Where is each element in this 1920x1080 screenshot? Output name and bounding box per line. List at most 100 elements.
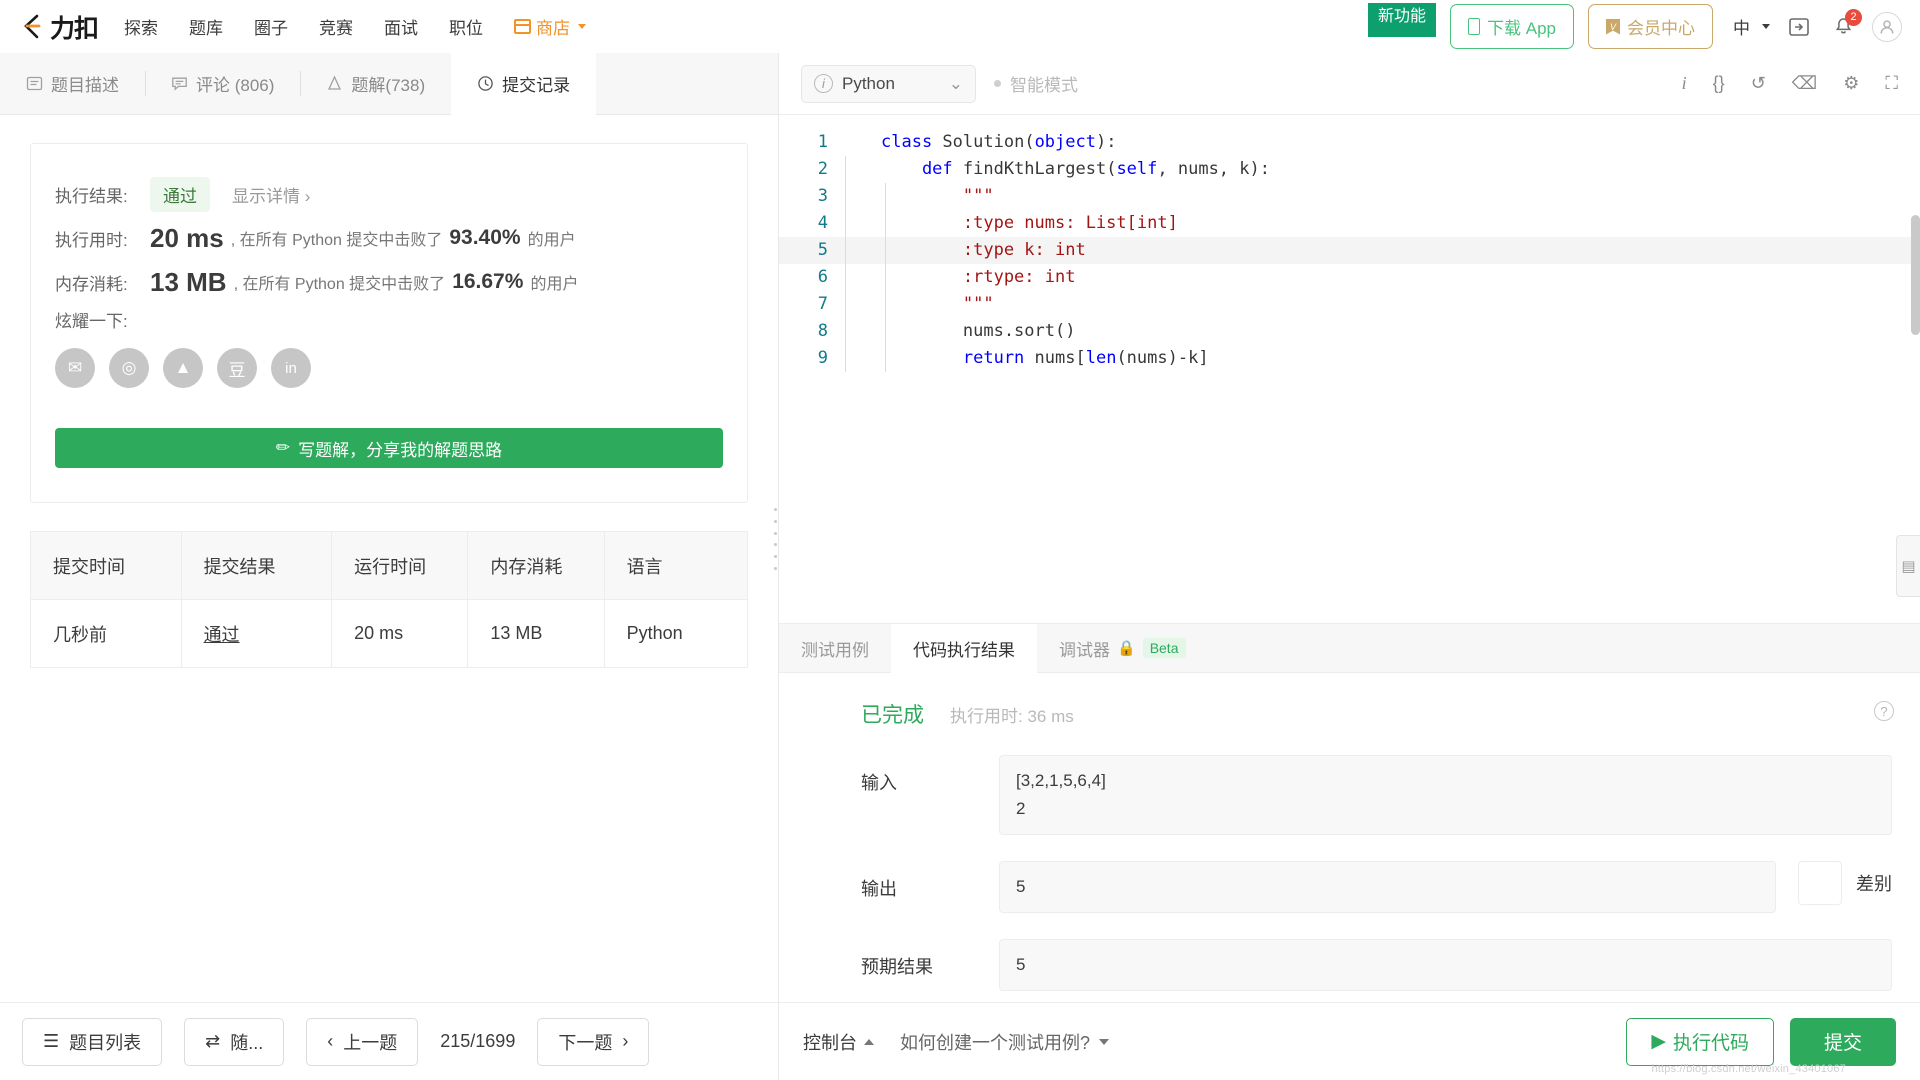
- code-editor[interactable]: 1 class Solution(object): 2 def findKthLar…: [779, 115, 1920, 623]
- expected-field-row: 预期结果 5: [779, 939, 1920, 991]
- logo[interactable]: 力扣: [18, 9, 99, 45]
- download-app-button[interactable]: 下载 App: [1450, 4, 1574, 49]
- code-text: :type nums: List[int]: [841, 210, 1178, 237]
- tab-submissions[interactable]: 提交记录: [451, 53, 597, 115]
- prev-problem-button[interactable]: ‹ 上一题: [306, 1017, 419, 1066]
- language-select-value: Python: [842, 73, 895, 93]
- line-number: 1: [817, 132, 828, 152]
- problem-list-button[interactable]: ☰ 题目列表: [22, 1017, 163, 1066]
- diff-checkbox[interactable]: [1798, 861, 1842, 905]
- execution-runtime-label: 执行用时:: [950, 707, 1023, 726]
- input-label: 输入: [861, 773, 897, 793]
- prev-label: 上一题: [343, 1032, 398, 1053]
- tab-description[interactable]: 题目描述: [0, 53, 145, 114]
- tab-testcase-label: 测试用例: [801, 640, 869, 660]
- nav-item-explore[interactable]: 探索: [124, 14, 158, 39]
- language-select[interactable]: i Python ⌄: [801, 64, 976, 103]
- info-icon[interactable]: i: [1682, 73, 1687, 94]
- nav-item-problems[interactable]: 题库: [189, 14, 223, 39]
- line-number: 4: [817, 213, 828, 233]
- douban-icon[interactable]: 豆: [217, 348, 257, 388]
- column-header-runtime[interactable]: 运行时间: [331, 531, 469, 600]
- column-header-time[interactable]: 提交时间: [30, 531, 182, 600]
- console-toggle[interactable]: 控制台: [803, 1029, 874, 1055]
- format-braces-icon[interactable]: {}: [1713, 73, 1725, 94]
- status-dot-icon: [994, 80, 1001, 87]
- runtime-users-label: 的用户: [527, 232, 576, 249]
- run-code-button[interactable]: ▶ 执行代码: [1626, 1017, 1774, 1066]
- code-line: 3 """: [779, 183, 1920, 210]
- notifications-button[interactable]: 2: [1828, 8, 1862, 42]
- howto-label: 如何创建一个测试用例?: [900, 1032, 1091, 1053]
- weibo-icon[interactable]: ◎: [109, 348, 149, 388]
- table-row[interactable]: 几秒前 通过 20 ms 13 MB Python: [30, 599, 749, 668]
- membership-button[interactable]: V 会员中心: [1588, 4, 1713, 49]
- status-badge: 通过: [150, 176, 210, 212]
- memory-label: 内存消耗:: [55, 274, 128, 294]
- code-text: class Solution(object):: [881, 132, 1117, 152]
- logo-text: 力扣: [50, 14, 99, 43]
- wechat-icon[interactable]: ✉: [55, 348, 95, 388]
- qq-icon[interactable]: ▲: [163, 348, 203, 388]
- show-detail-link[interactable]: 显示详情 ›: [232, 182, 310, 207]
- tab-testcase[interactable]: 测试用例: [779, 624, 891, 672]
- column-header-language[interactable]: 语言: [603, 531, 749, 600]
- expected-label: 预期结果: [861, 957, 933, 977]
- nav-item-interview[interactable]: 面试: [384, 14, 418, 39]
- cell-result[interactable]: 通过: [180, 599, 333, 668]
- new-feature-ribbon: 新功能: [1368, 3, 1437, 37]
- code-line: 8 nums.sort(): [779, 318, 1920, 345]
- console-label: 控制台: [803, 1032, 857, 1053]
- fullscreen-toggle-button[interactable]: [1784, 12, 1814, 42]
- next-problem-button[interactable]: 下一题 ›: [537, 1017, 650, 1066]
- code-line: 9 return nums[len(nums)-k]: [779, 345, 1920, 372]
- tab-comments-label: 评论 (806): [196, 76, 275, 95]
- output-label: 输出: [861, 879, 897, 899]
- column-header-result[interactable]: 提交结果: [180, 531, 333, 600]
- code-vertical-scrollbar[interactable]: [1911, 215, 1920, 335]
- nav-item-circle[interactable]: 圈子: [254, 14, 288, 39]
- code-text: return nums[len(nums)-k]: [841, 345, 1209, 372]
- input-field-row: 输入 [3,2,1,5,6,4] 2: [779, 755, 1920, 835]
- tab-execution-result[interactable]: 代码执行结果: [891, 624, 1037, 673]
- help-icon[interactable]: ?: [1874, 701, 1894, 721]
- beta-badge: Beta: [1142, 638, 1186, 658]
- tab-solutions-label: 题解(738): [351, 76, 426, 95]
- code-line: 7 """: [779, 291, 1920, 318]
- howto-link[interactable]: 如何创建一个测试用例?: [900, 1029, 1110, 1055]
- new-feature-label: 新功能: [1378, 8, 1427, 25]
- linkedin-icon[interactable]: in: [271, 348, 311, 388]
- tab-debugger[interactable]: 调试器 🔒 Beta: [1037, 624, 1208, 672]
- language-switcher[interactable]: 中: [1733, 14, 1770, 39]
- cell-memory: 13 MB: [467, 599, 605, 668]
- diff-label: 差别: [1856, 874, 1892, 894]
- random-problem-button[interactable]: ⇄ 随...: [184, 1017, 285, 1066]
- submit-button[interactable]: 提交: [1789, 1017, 1896, 1066]
- settings-icon[interactable]: ⚙: [1843, 73, 1859, 94]
- code-lines[interactable]: 1 class Solution(object): 2 def findKthLar…: [779, 115, 1920, 372]
- diff-toggle[interactable]: 差别: [1798, 861, 1892, 905]
- nav-item-shop-label: 商店: [536, 19, 571, 38]
- tab-solutions[interactable]: 题解(738): [300, 53, 451, 114]
- avatar[interactable]: [1872, 11, 1902, 42]
- tab-comments[interactable]: 评论 (806): [145, 53, 300, 114]
- terminal-icon[interactable]: ⌫: [1792, 73, 1817, 94]
- column-header-memory[interactable]: 内存消耗: [467, 531, 605, 600]
- notes-side-tab[interactable]: ▤: [1896, 535, 1920, 597]
- smart-mode-toggle[interactable]: 智能模式: [994, 71, 1078, 96]
- reset-icon[interactable]: ↺: [1751, 73, 1766, 94]
- tab-debugger-label: 调试器: [1059, 640, 1110, 660]
- chevron-right-icon: ›: [622, 1031, 629, 1051]
- share-icon-row: ✉ ◎ ▲ 豆 in: [55, 348, 747, 388]
- problem-list-label: 题目列表: [69, 1032, 142, 1053]
- fullscreen-icon[interactable]: ⛶: [1885, 73, 1898, 94]
- write-solution-button[interactable]: ✏ 写题解，分享我的解题思路: [55, 428, 723, 468]
- nav-item-jobs[interactable]: 职位: [449, 14, 483, 39]
- problem-counter: 215/1699: [440, 1031, 516, 1051]
- nav-item-contest[interactable]: 竞赛: [319, 14, 353, 39]
- nav-item-shop[interactable]: 商店: [514, 14, 587, 39]
- info-icon: i: [814, 74, 833, 93]
- runtime-percentile: 93.40: [449, 226, 502, 249]
- line-number: 3: [817, 186, 828, 206]
- execution-runtime-value: 36 ms: [1027, 707, 1074, 726]
